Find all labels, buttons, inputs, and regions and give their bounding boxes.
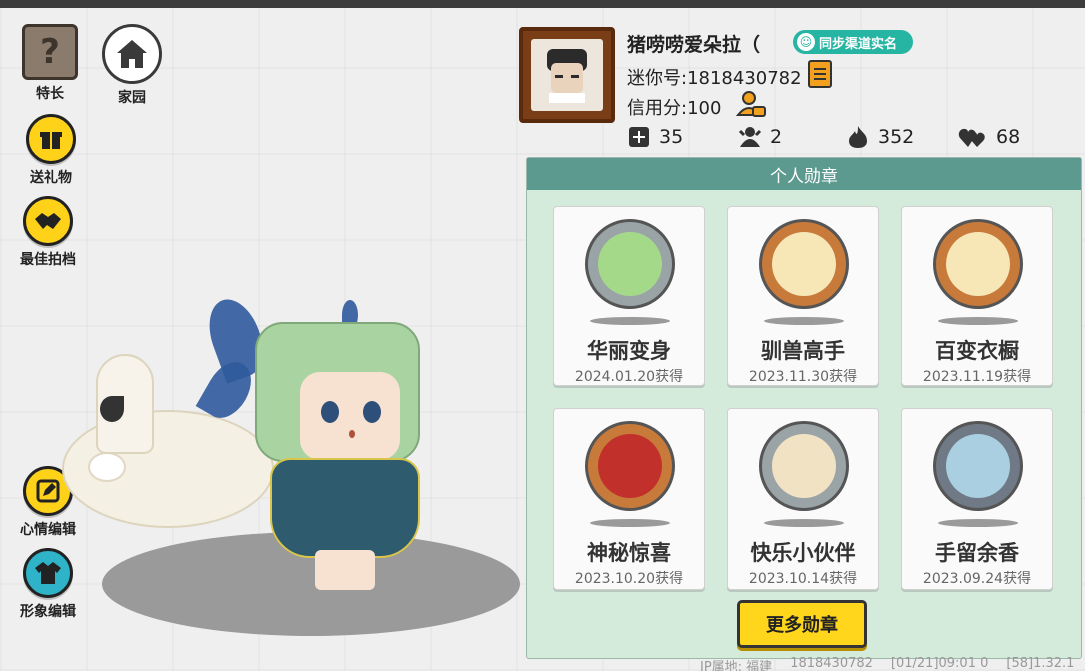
badge-shadow [938,519,1018,527]
avatar-portrait [531,39,603,111]
badge-name: 驯兽高手 [761,339,845,363]
more-badges-button[interactable]: 更多勋章 [737,600,867,648]
best-partner-button[interactable]: 最佳拍档 [20,196,76,269]
badge-medal-core [772,232,836,296]
badge-name: 手留余香 [935,541,1019,565]
badge-card[interactable]: 百变衣橱 2023.11.19获得 [901,206,1053,386]
badge-card[interactable]: 神秘惊喜 2023.10.20获得 [553,408,705,590]
stat-plus-value: 35 [659,126,684,148]
sync-realname-label: 同步渠道实名 [819,36,898,52]
mini-id: 迷你号:1818430782 [627,68,802,89]
outfit-icon [23,548,73,598]
house-icon [102,24,162,84]
fans-icon [738,125,762,149]
badge-medal-icon [933,219,1023,309]
stat-fans-value: 2 [770,126,783,148]
badge-medal-core [946,434,1010,498]
footer-version: [58]1.32.1 [1006,656,1075,671]
badge-panel: 个人勋章 华丽变身 2024.01.20获得 驯兽高手 2023.11.30获得… [526,157,1082,659]
badge-card[interactable]: 快乐小伙伴 2023.10.14获得 [727,408,879,590]
footer-info: IP属地: 福建 1818430782 [01/21]09:01 0 [58]1… [700,656,1074,671]
badge-panel-title: 个人勋章 [527,158,1081,190]
avatar-face [300,372,400,460]
footer-uid: 1818430782 [790,656,873,671]
flame-icon [846,125,870,149]
send-gift-label: 送礼物 [30,170,72,186]
badge-medal-icon [585,219,675,309]
badge-date: 2023.11.30获得 [748,369,858,385]
hearts-icon [958,125,988,149]
stat-likes-value: 68 [996,126,1021,148]
look-edit-label: 形象编辑 [20,604,76,620]
mood-edit-label: 心情编辑 [20,522,76,538]
copy-id-icon[interactable] [808,60,832,88]
badge-card[interactable]: 驯兽高手 2023.11.30获得 [727,206,879,386]
badge-name: 快乐小伙伴 [750,541,856,565]
badge-date: 2023.09.24获得 [922,571,1032,587]
handshake-icon [23,196,73,246]
top-bar [0,0,1085,8]
badge-name: 华丽变身 [587,339,671,363]
stat-fans: 2 [738,125,782,149]
badge-shadow [590,317,670,325]
specialty-button[interactable]: ? 特长 [22,24,78,103]
plus-box-icon [627,125,651,149]
question-box-icon: ? [22,24,78,80]
specialty-label: 特长 [36,86,64,102]
nickname: 猪唠唠爱朵拉（ [627,34,761,56]
home-label: 家园 [118,90,146,106]
stat-heat-value: 352 [878,126,915,148]
footer-ip: IP属地: 福建 [700,660,773,671]
credit-user-icon[interactable] [735,89,766,119]
profile-avatar[interactable] [519,27,615,123]
badge-date: 2023.11.19获得 [922,369,1032,385]
home-button[interactable]: 家园 [102,24,162,107]
badge-card[interactable]: 手留余香 2023.09.24获得 [901,408,1053,590]
sync-realname-button[interactable]: ☺ 同步渠道实名 [793,30,913,54]
badge-date: 2023.10.14获得 [748,571,858,587]
badge-card[interactable]: 华丽变身 2024.01.20获得 [553,206,705,386]
avatar-dress [270,458,420,558]
gift-icon [26,114,76,164]
badge-shadow [764,317,844,325]
badge-medal-core [946,232,1010,296]
stat-heat: 352 [846,125,914,149]
footer-time: [01/21]09:01 0 [890,656,989,671]
badge-name: 神秘惊喜 [587,541,671,565]
stat-plus: 35 [627,125,683,149]
best-partner-label: 最佳拍档 [20,252,76,268]
badge-medal-core [598,434,662,498]
look-edit-button[interactable]: 形象编辑 [20,548,76,621]
badge-medal-icon [759,219,849,309]
stat-likes: 68 [958,125,1020,149]
avatar-legs [315,550,375,590]
badge-date: 2023.10.20获得 [574,571,684,587]
swan-heart [88,452,126,482]
badge-shadow [590,519,670,527]
badge-date: 2024.01.20获得 [574,369,684,385]
badge-shadow [764,519,844,527]
send-gift-button[interactable]: 送礼物 [26,114,76,187]
swan-beak [100,396,124,422]
person-icon: ☺ [797,33,815,51]
badge-name: 百变衣橱 [935,339,1019,363]
badge-medal-icon [933,421,1023,511]
badge-medal-icon [585,421,675,511]
badge-medal-core [772,434,836,498]
badge-shadow [938,317,1018,325]
badge-medal-icon [759,421,849,511]
badge-medal-core [598,232,662,296]
credit-score: 信用分:100 [627,98,722,119]
